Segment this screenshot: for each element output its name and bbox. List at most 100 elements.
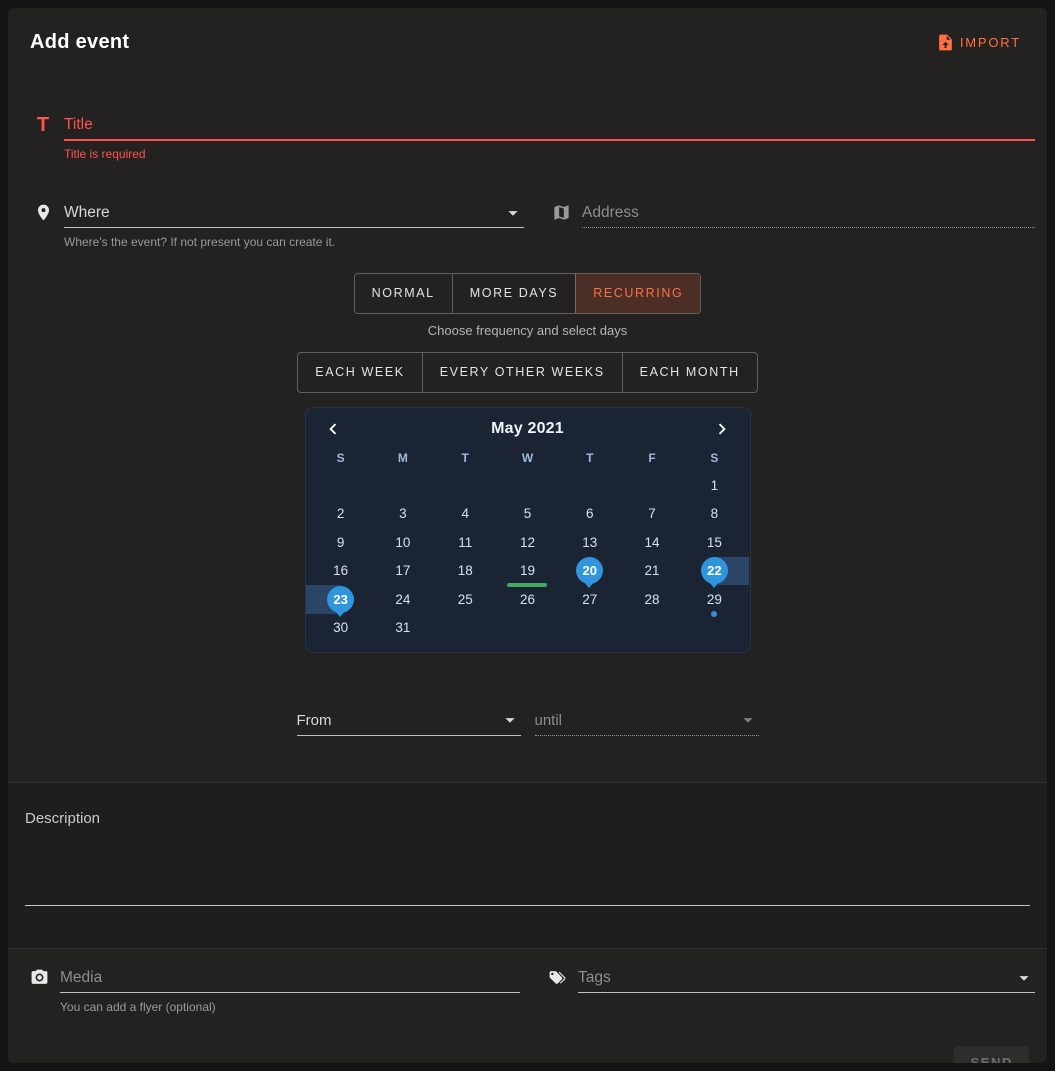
from-underline — [297, 735, 521, 736]
chevron-down-icon[interactable] — [502, 202, 524, 224]
time-row: From until — [8, 708, 1047, 736]
calendar-day-25[interactable]: 25 — [434, 585, 496, 614]
calendar-day-14[interactable]: 14 — [621, 528, 683, 557]
add-event-card: Add event IMPORT T Title Title is requir… — [8, 8, 1047, 1063]
day-number[interactable]: 8 — [711, 506, 719, 521]
day-number[interactable]: 11 — [458, 535, 472, 550]
where-select-value[interactable]: Where — [64, 204, 110, 222]
selected-day-bubble[interactable]: 20 — [576, 557, 603, 584]
calendar-day-10[interactable]: 10 — [372, 528, 434, 557]
calendar-day-21[interactable]: 21 — [621, 557, 683, 586]
chevron-left-icon[interactable] — [322, 418, 344, 440]
calendar-day-28[interactable]: 28 — [621, 585, 683, 614]
toggle-each-week[interactable]: EACH WEEK — [298, 353, 421, 392]
calendar-day-20[interactable]: 20 — [559, 557, 621, 586]
selected-day-bubble[interactable]: 23 — [327, 586, 354, 613]
calendar-day-27[interactable]: 27 — [559, 585, 621, 614]
calendar-day-24[interactable]: 24 — [372, 585, 434, 614]
day-number[interactable]: 4 — [461, 506, 469, 521]
send-button[interactable]: SEND — [954, 1046, 1029, 1063]
format-title-icon: T — [30, 114, 56, 135]
day-number[interactable]: 27 — [582, 592, 597, 607]
title-input[interactable]: Title — [64, 114, 1035, 136]
title-field[interactable]: T Title Title is required — [8, 114, 1047, 161]
description-underline — [25, 905, 1030, 906]
calendar-day-2[interactable]: 2 — [310, 500, 372, 529]
day-number[interactable]: 7 — [648, 506, 656, 521]
day-number[interactable]: 14 — [645, 535, 660, 550]
chevron-down-icon — [737, 709, 759, 731]
day-number[interactable]: 19 — [520, 563, 535, 578]
toggle-each-month[interactable]: EACH MONTH — [622, 353, 757, 392]
calendar-empty-cell — [434, 471, 496, 500]
selected-day-bubble[interactable]: 22 — [701, 557, 728, 584]
day-number[interactable]: 24 — [395, 592, 410, 607]
calendar-weekday: M — [372, 446, 434, 471]
calendar-day-5[interactable]: 5 — [496, 500, 558, 529]
calendar-day-3[interactable]: 3 — [372, 500, 434, 529]
toggle-normal[interactable]: NORMAL — [355, 274, 452, 313]
day-number[interactable]: 13 — [582, 535, 597, 550]
day-number[interactable]: 26 — [520, 592, 535, 607]
from-field[interactable]: From — [297, 708, 521, 736]
toggle-more-days[interactable]: MORE DAYS — [452, 274, 576, 313]
calendar-day-8[interactable]: 8 — [683, 500, 745, 529]
calendar-day-22[interactable]: 22 — [683, 557, 745, 586]
day-number[interactable]: 29 — [707, 592, 722, 607]
calendar-day-29[interactable]: 29 — [683, 585, 745, 614]
file-upload-icon — [936, 33, 955, 52]
calendar-day-7[interactable]: 7 — [621, 500, 683, 529]
calendar-day-16[interactable]: 16 — [310, 557, 372, 586]
day-number[interactable]: 5 — [524, 506, 532, 521]
day-number[interactable]: 30 — [333, 620, 348, 635]
chevron-down-icon[interactable] — [1013, 967, 1035, 989]
day-number[interactable]: 1 — [711, 478, 719, 493]
calendar-day-26[interactable]: 26 — [496, 585, 558, 614]
calendar-day-19[interactable]: 19 — [496, 557, 558, 586]
description-field[interactable]: Description — [8, 782, 1047, 949]
calendar-day-11[interactable]: 11 — [434, 528, 496, 557]
day-number[interactable]: 3 — [399, 506, 407, 521]
chevron-down-icon[interactable] — [499, 709, 521, 731]
calendar-day-30[interactable]: 30 — [310, 614, 372, 643]
tags-field[interactable]: Tags — [544, 967, 1035, 993]
calendar-day-17[interactable]: 17 — [372, 557, 434, 586]
chevron-right-icon[interactable] — [711, 418, 733, 440]
calendar-day-12[interactable]: 12 — [496, 528, 558, 557]
day-number[interactable]: 2 — [337, 506, 345, 521]
day-number[interactable]: 18 — [458, 563, 473, 578]
media-tags-row: Media You can add a flyer (optional) Tag… — [8, 967, 1047, 1014]
where-field[interactable]: Where Where's the event? If not present … — [30, 202, 524, 249]
media-input[interactable]: Media — [60, 969, 102, 987]
toggle-recurring[interactable]: RECURRING — [575, 274, 700, 313]
day-number[interactable]: 31 — [395, 620, 410, 635]
day-number[interactable]: 15 — [707, 535, 722, 550]
calendar: May 2021 SMTWTFS 12345678910111213141516… — [305, 407, 751, 653]
day-number[interactable]: 25 — [458, 592, 473, 607]
day-number[interactable]: 21 — [645, 563, 660, 578]
day-number[interactable]: 17 — [395, 563, 410, 578]
day-number[interactable]: 16 — [333, 563, 348, 578]
calendar-day-13[interactable]: 13 — [559, 528, 621, 557]
from-select-value[interactable]: From — [297, 712, 332, 729]
day-number[interactable]: 9 — [337, 535, 345, 550]
day-number[interactable]: 28 — [645, 592, 660, 607]
calendar-day-23[interactable]: 23 — [310, 585, 372, 614]
calendar-day-1[interactable]: 1 — [683, 471, 745, 500]
camera-icon — [26, 967, 52, 987]
calendar-empty-cell — [434, 614, 496, 643]
calendar-day-18[interactable]: 18 — [434, 557, 496, 586]
media-field[interactable]: Media You can add a flyer (optional) — [26, 967, 520, 1014]
calendar-day-31[interactable]: 31 — [372, 614, 434, 643]
calendar-day-15[interactable]: 15 — [683, 528, 745, 557]
day-number[interactable]: 10 — [395, 535, 410, 550]
toggle-every-other-weeks[interactable]: EVERY OTHER WEEKS — [422, 353, 622, 392]
address-field: Address — [548, 202, 1035, 228]
import-button[interactable]: IMPORT — [936, 33, 1021, 52]
day-number[interactable]: 12 — [520, 535, 535, 550]
tags-select-value[interactable]: Tags — [578, 969, 611, 987]
day-number[interactable]: 6 — [586, 506, 594, 521]
calendar-day-9[interactable]: 9 — [310, 528, 372, 557]
calendar-day-4[interactable]: 4 — [434, 500, 496, 529]
calendar-day-6[interactable]: 6 — [559, 500, 621, 529]
